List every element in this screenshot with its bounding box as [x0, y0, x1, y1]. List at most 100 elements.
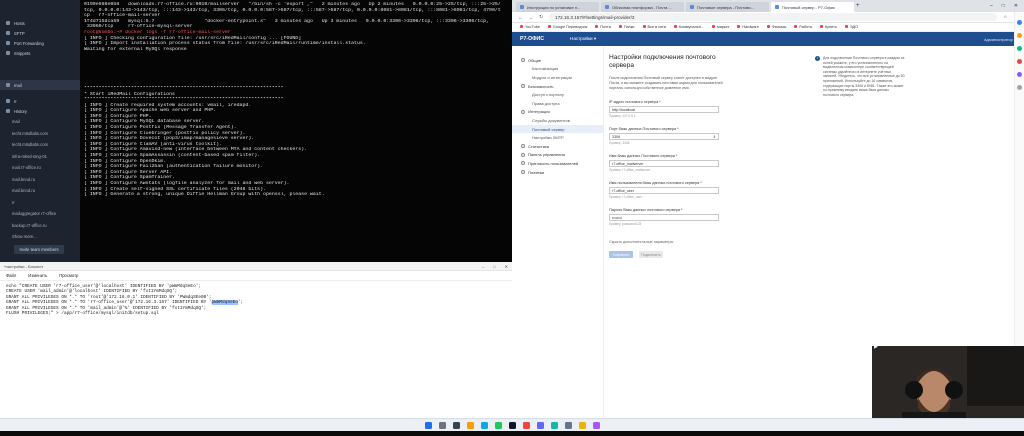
- host-item[interactable]: techt.mtsdlabs.com: [0, 139, 80, 151]
- minimize-icon[interactable]: –: [990, 3, 993, 9]
- browser-tab-active[interactable]: Почтовый сервер - Р7-Офис: [771, 2, 854, 12]
- settings-sidebar-item[interactable]: Панель управления: [512, 151, 603, 160]
- show-more-link[interactable]: Show more...: [0, 231, 80, 243]
- host-item[interactable]: mail.r7-office.ru: [0, 162, 80, 174]
- bookmark-item[interactable]: YouTube: [520, 25, 540, 29]
- settings-sidebar-item[interactable]: Пригласить пользователей: [512, 159, 603, 168]
- nav-sftp[interactable]: SFTP: [0, 28, 80, 38]
- edge-icon[interactable]: [480, 421, 488, 429]
- text-area[interactable]: echo "CREATE USER 'r7-office_user'@'loca…: [0, 281, 512, 319]
- nav-hosts[interactable]: Hosts: [0, 18, 80, 28]
- stepper-icon[interactable]: ⇕: [713, 135, 716, 139]
- app-icon[interactable]: [550, 421, 558, 429]
- host-item[interactable]: infra-mksd-smg-01: [0, 151, 80, 163]
- app-icon[interactable]: [522, 421, 530, 429]
- text-segment: GRANT ALL PRIVILEGES ON *.* TO 'mail_adm…: [6, 305, 207, 311]
- menu-file[interactable]: Файл: [6, 273, 16, 278]
- nav-snippets[interactable]: Snippets: [0, 48, 80, 58]
- shopping-icon[interactable]: [1017, 33, 1022, 38]
- bookmark-item[interactable]: ЭДО: [845, 25, 858, 29]
- copilot-icon[interactable]: [1017, 20, 1022, 25]
- add-icon[interactable]: [1017, 85, 1022, 90]
- settings-sidebar-item[interactable]: Настройки SMTP: [512, 133, 603, 142]
- field-input[interactable]: r7-office_user: [609, 187, 719, 194]
- bookmark-item[interactable]: Google Переводчик: [548, 25, 587, 29]
- back-icon[interactable]: ←: [518, 15, 523, 20]
- maximize-icon[interactable]: □: [1002, 3, 1005, 9]
- bookmark-item[interactable]: Почта: [595, 25, 611, 29]
- search-input[interactable]: mail: [0, 80, 80, 90]
- settings-menu[interactable]: Настройки ▾: [570, 36, 596, 42]
- maximize-icon[interactable]: □: [493, 264, 495, 269]
- settings-sidebar-item[interactable]: Общие: [512, 56, 603, 65]
- host-item[interactable]: rr: [0, 197, 80, 209]
- bookmark-item[interactable]: Фильмы: [767, 25, 787, 29]
- bookmark-item[interactable]: Коммунальн...: [674, 25, 704, 29]
- settings-sidebar-item[interactable]: Кастомизация: [512, 65, 603, 74]
- play-icon[interactable]: ▶: [874, 344, 880, 350]
- outlook-icon[interactable]: [1017, 72, 1022, 77]
- host-item[interactable]: mail.bnnd.ru: [0, 174, 80, 186]
- start-icon[interactable]: [424, 421, 432, 429]
- menu-edit[interactable]: Изменить: [28, 273, 47, 278]
- minimize-icon[interactable]: –: [482, 264, 484, 269]
- file-explorer-icon[interactable]: [466, 421, 474, 429]
- save-button[interactable]: Сохранить: [609, 251, 633, 258]
- browser-tab[interactable]: Почтовые сервера - Почтови...: [686, 2, 769, 12]
- search-icon[interactable]: [438, 421, 446, 429]
- invite-team-button[interactable]: Invite team members: [14, 245, 64, 254]
- browser-tab[interactable]: Инструкция по установке п...: [516, 2, 599, 12]
- field-input[interactable]: 3306 ⇕: [609, 133, 719, 140]
- settings-sidebar-item[interactable]: Доступ к порталу: [512, 90, 603, 99]
- field-hint: Пример: r7-office_user: [609, 195, 642, 199]
- settings-sidebar-item[interactable]: Статистика: [512, 142, 603, 151]
- settings-sidebar-item[interactable]: Службы документов: [512, 116, 603, 125]
- bookmark-item[interactable]: Купить: [820, 25, 837, 29]
- new-tab-icon[interactable]: +: [856, 3, 860, 9]
- nav-port-forwarding[interactable]: Port Forwarding: [0, 38, 80, 48]
- task-view-icon[interactable]: [452, 421, 460, 429]
- bookmark-item[interactable]: маркет: [712, 25, 729, 29]
- forward-icon[interactable]: →: [529, 15, 534, 20]
- bookmark-item[interactable]: Папки: [619, 25, 635, 29]
- chrome-icon[interactable]: [494, 421, 502, 429]
- browser-tab[interactable]: Облачная платформа - Почта ...: [601, 2, 684, 12]
- star-icon[interactable]: ☆: [1003, 14, 1007, 20]
- field-input[interactable]: http://localhost: [609, 106, 719, 113]
- settings-sidebar-item[interactable]: Почтовый сервер: [512, 124, 603, 134]
- host-item[interactable]: mail.bnnd.ru: [0, 185, 80, 197]
- app-logo[interactable]: Р7-ОФИС: [520, 36, 544, 42]
- host-item[interactable]: mail: [0, 116, 80, 128]
- address-bar[interactable]: 172.16.3.157/#/settings/mail-provider/3: [549, 13, 998, 21]
- host-item[interactable]: techt.mtsdlabs.com: [0, 128, 80, 140]
- connect-button[interactable]: Подключить: [639, 251, 663, 258]
- recent-item[interactable]: rr: [0, 96, 80, 106]
- app-icon[interactable]: [536, 421, 544, 429]
- terminal-app-icon[interactable]: [508, 421, 516, 429]
- user-menu[interactable]: Администратор ▾: [984, 37, 1016, 42]
- reload-icon[interactable]: ↻: [539, 14, 543, 20]
- terminal[interactable]: 0190e588e0b8 downloads.r7-office.ru:9010…: [80, 0, 512, 262]
- app-icon[interactable]: [592, 421, 600, 429]
- bookmark-item[interactable]: Работа: [794, 25, 812, 29]
- settings-sidebar-item[interactable]: Безопасность: [512, 82, 603, 91]
- tools-icon[interactable]: [1017, 46, 1022, 51]
- host-item[interactable]: mailuggregator r7-office: [0, 208, 80, 220]
- settings-sidebar-item[interactable]: Платежи: [512, 168, 603, 177]
- settings-sidebar: Общие Кастомизация Модули и интеграции Безо…: [512, 46, 604, 418]
- settings-sidebar-item[interactable]: Интеграция: [512, 108, 603, 117]
- host-item[interactable]: backup.r7-office.ru: [0, 220, 80, 232]
- advanced-toggle[interactable]: Скрыть дополнительные параметры: [609, 240, 931, 244]
- close-icon[interactable]: ✕: [505, 264, 508, 269]
- app-icon[interactable]: [578, 421, 586, 429]
- bookmark-item[interactable]: Все в сети: [643, 25, 666, 29]
- notepad-app-icon[interactable]: [564, 421, 572, 429]
- menu-view[interactable]: Просмотр: [59, 273, 78, 278]
- field-input[interactable]: ••••••••: [609, 214, 719, 221]
- office-icon[interactable]: [1017, 59, 1022, 64]
- bookmark-item[interactable]: Hardware: [737, 25, 758, 29]
- field-input[interactable]: r7-office_mailserver: [609, 160, 719, 167]
- settings-sidebar-item[interactable]: Модули и интеграции: [512, 73, 603, 82]
- settings-sidebar-item[interactable]: Права доступа: [512, 99, 603, 108]
- close-icon[interactable]: ✕: [1014, 3, 1018, 9]
